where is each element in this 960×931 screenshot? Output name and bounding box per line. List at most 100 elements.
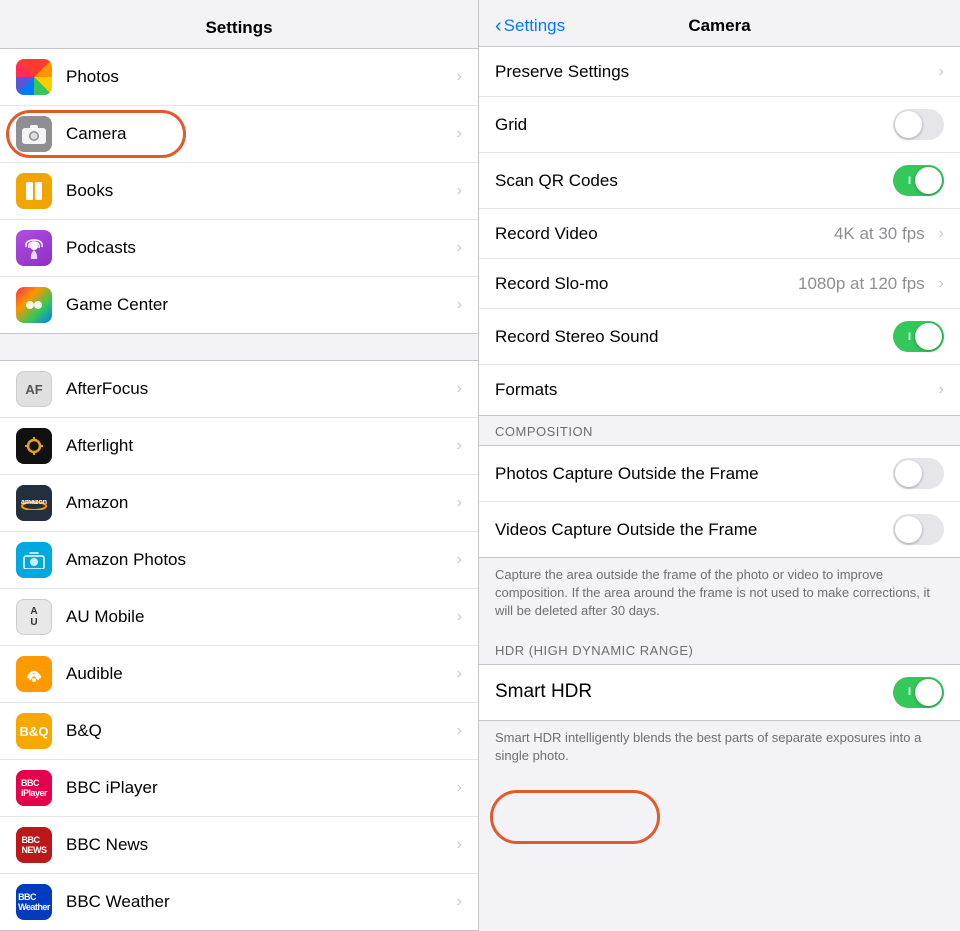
settings-item-afterfocus[interactable]: AF AfterFocus › — [0, 361, 478, 418]
au-mobile-label: AU Mobile — [66, 607, 449, 627]
settings-item-game-center[interactable]: Game Center › — [0, 277, 478, 333]
top-settings-list: Photos › Camera › Books › — [0, 48, 478, 334]
record-stereo-label: Record Stereo Sound — [495, 327, 893, 347]
back-label: Settings — [504, 16, 565, 36]
afterfocus-icon: AF — [16, 371, 52, 407]
photos-capture-toggle[interactable] — [893, 458, 944, 489]
camera-item-smart-hdr[interactable]: Smart HDR I — [479, 665, 960, 720]
bbc-iplayer-chevron: › — [457, 779, 462, 797]
settings-item-podcasts[interactable]: Podcasts › — [0, 220, 478, 277]
svg-text:amazon: amazon — [21, 499, 47, 506]
smart-hdr-toggle[interactable]: I — [893, 677, 944, 708]
record-stereo-toggle[interactable]: I — [893, 321, 944, 352]
bbc-news-chevron: › — [457, 836, 462, 854]
books-icon — [16, 173, 52, 209]
section-gap — [0, 334, 478, 360]
camera-item-record-stereo[interactable]: Record Stereo Sound I — [479, 309, 960, 365]
settings-item-bq[interactable]: B&Q B&Q › — [0, 703, 478, 760]
podcasts-label: Podcasts — [66, 238, 449, 258]
right-panel: ‹ Settings Camera Preserve Settings › Gr… — [478, 0, 960, 931]
right-panel-title: Camera — [688, 16, 750, 36]
smart-hdr-toggle-knob — [915, 679, 942, 706]
amazon-photos-chevron: › — [457, 551, 462, 569]
game-center-icon — [16, 287, 52, 323]
scan-qr-toggle-knob — [915, 167, 942, 194]
camera-settings-list: Preserve Settings › Grid Scan QR Codes I… — [479, 46, 960, 416]
au-mobile-icon: AU — [16, 599, 52, 635]
bbc-weather-icon: BBCWeather — [16, 884, 52, 920]
preserve-settings-chevron: › — [939, 63, 944, 81]
bq-chevron: › — [457, 722, 462, 740]
camera-item-record-slomo[interactable]: Record Slo-mo 1080p at 120 fps › — [479, 259, 960, 309]
hdr-footer: Smart HDR intelligently blends the best … — [479, 721, 960, 779]
camera-chevron: › — [457, 125, 462, 143]
audible-chevron: › — [457, 665, 462, 683]
photos-icon — [16, 59, 52, 95]
grid-toggle[interactable] — [893, 109, 944, 140]
books-chevron: › — [457, 182, 462, 200]
grid-label: Grid — [495, 115, 893, 135]
camera-item-scan-qr[interactable]: Scan QR Codes I — [479, 153, 960, 209]
camera-item-preserve-settings[interactable]: Preserve Settings › — [479, 47, 960, 97]
videos-capture-toggle[interactable] — [893, 514, 944, 545]
app-settings-list: AF AfterFocus › Afterlight › amazon Amaz… — [0, 360, 478, 931]
bbc-iplayer-icon: BBCiPlayer — [16, 770, 52, 806]
camera-item-grid[interactable]: Grid — [479, 97, 960, 153]
camera-item-formats[interactable]: Formats › — [479, 365, 960, 415]
settings-item-afterlight[interactable]: Afterlight › — [0, 418, 478, 475]
camera-item-photos-capture[interactable]: Photos Capture Outside the Frame — [479, 446, 960, 502]
back-button[interactable]: ‹ Settings — [495, 15, 565, 38]
camera-item-record-video[interactable]: Record Video 4K at 30 fps › — [479, 209, 960, 259]
back-chevron-icon: ‹ — [495, 15, 502, 38]
amazon-icon: amazon — [16, 485, 52, 521]
photos-capture-toggle-knob — [895, 460, 922, 487]
camera-label: Camera — [66, 124, 449, 144]
photos-chevron: › — [457, 68, 462, 86]
au-mobile-chevron: › — [457, 608, 462, 626]
settings-item-bbc-news[interactable]: BBCNEWS BBC News › — [0, 817, 478, 874]
bq-icon: B&Q — [16, 713, 52, 749]
record-slomo-chevron: › — [939, 275, 944, 293]
videos-capture-label: Videos Capture Outside the Frame — [495, 520, 893, 540]
podcasts-icon — [16, 230, 52, 266]
smart-hdr-highlight-circle — [490, 790, 660, 844]
settings-item-amazon[interactable]: amazon Amazon › — [0, 475, 478, 532]
settings-item-amazon-photos[interactable]: Amazon Photos › — [0, 532, 478, 589]
amazon-chevron: › — [457, 494, 462, 512]
camera-icon — [16, 116, 52, 152]
left-panel-title: Settings — [0, 0, 478, 48]
amazon-label: Amazon — [66, 493, 449, 513]
bbc-iplayer-label: BBC iPlayer — [66, 778, 449, 798]
smart-hdr-label: Smart HDR — [495, 681, 893, 703]
audible-icon — [16, 656, 52, 692]
settings-item-bbc-iplayer[interactable]: BBCiPlayer BBC iPlayer › — [0, 760, 478, 817]
amazon-photos-label: Amazon Photos — [66, 550, 449, 570]
record-video-value: 4K at 30 fps — [834, 224, 925, 244]
afterlight-label: Afterlight — [66, 436, 449, 456]
game-center-chevron: › — [457, 296, 462, 314]
hdr-settings-list: Smart HDR I — [479, 664, 960, 721]
settings-item-photos[interactable]: Photos › — [0, 49, 478, 106]
settings-item-books[interactable]: Books › — [0, 163, 478, 220]
game-center-label: Game Center — [66, 295, 449, 315]
settings-item-camera[interactable]: Camera › — [0, 106, 478, 163]
hdr-header: HDR (HIGH DYNAMIC RANGE) — [479, 635, 960, 664]
audible-label: Audible — [66, 664, 449, 684]
bbc-news-label: BBC News — [66, 835, 449, 855]
photos-label: Photos — [66, 67, 449, 87]
left-panel: Settings Photos › Camera › — [0, 0, 478, 931]
composition-footer: Capture the area outside the frame of th… — [479, 558, 960, 635]
settings-item-bbc-weather[interactable]: BBCWeather BBC Weather › — [0, 874, 478, 930]
afterfocus-label: AfterFocus — [66, 379, 449, 399]
afterfocus-chevron: › — [457, 380, 462, 398]
preserve-settings-label: Preserve Settings — [495, 62, 931, 82]
scan-qr-toggle[interactable]: I — [893, 165, 944, 196]
camera-item-videos-capture[interactable]: Videos Capture Outside the Frame — [479, 502, 960, 557]
record-video-label: Record Video — [495, 224, 834, 244]
settings-item-au-mobile[interactable]: AU AU Mobile › — [0, 589, 478, 646]
settings-item-audible[interactable]: Audible › — [0, 646, 478, 703]
videos-capture-toggle-knob — [895, 516, 922, 543]
scan-qr-toggle-label: I — [908, 175, 911, 187]
photos-capture-label: Photos Capture Outside the Frame — [495, 464, 893, 484]
record-video-chevron: › — [939, 225, 944, 243]
